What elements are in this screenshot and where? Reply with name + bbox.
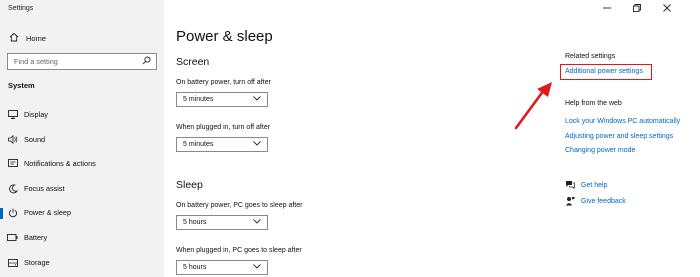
- give-feedback-row[interactable]: Give feedback: [565, 196, 626, 207]
- related-settings-title: Related settings: [565, 53, 616, 60]
- sidebar-item-notifications[interactable]: Notifications & actions: [0, 153, 164, 175]
- sidebar-item-label: Sound: [24, 135, 46, 144]
- sleep-plugged-dropdown[interactable]: 5 hours: [176, 260, 268, 275]
- chevron-down-icon: [253, 219, 261, 226]
- additional-power-settings-link[interactable]: Additional power settings: [565, 68, 643, 75]
- chevron-down-icon: [253, 96, 261, 103]
- sidebar-item-battery[interactable]: Battery: [0, 227, 164, 249]
- sidebar-item-label: Power & sleep: [24, 208, 72, 217]
- home-nav[interactable]: Home: [9, 32, 46, 44]
- minimize-button[interactable]: [600, 3, 614, 13]
- search-placeholder: Find a setting: [14, 57, 58, 66]
- sidebar-item-display[interactable]: Display: [0, 104, 164, 126]
- sleep-heading: Sleep: [176, 179, 203, 191]
- sidebar-item-focus-assist[interactable]: Focus assist: [0, 178, 164, 200]
- help-link-adjust-power[interactable]: Adjusting power and sleep settings: [565, 133, 673, 140]
- help-link-power-mode[interactable]: Changing power mode: [565, 147, 635, 154]
- home-label: Home: [26, 33, 47, 43]
- chat-help-icon: [565, 180, 575, 191]
- sleep-battery-dropdown[interactable]: 5 hours: [176, 215, 268, 230]
- help-link-lock-pc[interactable]: Lock your Windows PC automatically: [565, 118, 680, 125]
- annotation-arrow: [514, 82, 552, 130]
- dropdown-value: 5 hours: [183, 219, 207, 226]
- get-help-row[interactable]: Get help: [565, 180, 607, 191]
- speaker-icon: [7, 134, 18, 145]
- sidebar-item-label: Focus assist: [24, 184, 65, 193]
- sidebar-item-sound[interactable]: Sound: [0, 129, 164, 151]
- battery-icon: [7, 232, 18, 243]
- dropdown-value: 5 minutes: [183, 141, 214, 148]
- page-title: Power & sleep: [176, 28, 273, 45]
- help-title: Help from the web: [565, 100, 622, 107]
- moon-icon: [7, 183, 18, 194]
- search-icon: [142, 56, 151, 67]
- chevron-down-icon: [253, 264, 261, 271]
- window-title: Settings: [8, 5, 34, 12]
- sleep-battery-label: On battery power, PC goes to sleep after: [176, 202, 303, 209]
- screen-heading: Screen: [176, 56, 210, 68]
- give-feedback-link[interactable]: Give feedback: [581, 198, 626, 205]
- dropdown-value: 5 minutes: [183, 96, 214, 103]
- notification-icon: [7, 158, 18, 169]
- sidebar-item-label: Notifications & actions: [24, 159, 96, 168]
- sleep-plugged-label: When plugged in, PC goes to sleep after: [176, 247, 302, 254]
- dropdown-value: 5 hours: [183, 264, 207, 271]
- screen-plugged-label: When plugged in, turn off after: [176, 124, 271, 131]
- screen-plugged-dropdown[interactable]: 5 minutes: [176, 137, 268, 152]
- home-icon: [9, 32, 19, 44]
- storage-icon: [7, 257, 18, 268]
- active-indicator: [0, 208, 3, 219]
- sidebar-item-storage[interactable]: Storage: [0, 252, 164, 274]
- screen-battery-label: On battery power, turn off after: [176, 79, 271, 86]
- display-icon: [7, 109, 18, 120]
- sidebar-item-power-sleep[interactable]: Power & sleep: [0, 202, 164, 224]
- sidebar-item-label: Battery: [24, 233, 48, 242]
- main-panel: Power & sleep Screen On battery power, t…: [164, 0, 700, 277]
- section-label-system: System: [8, 81, 35, 90]
- screen-battery-dropdown[interactable]: 5 minutes: [176, 92, 268, 107]
- close-button[interactable]: [660, 3, 674, 13]
- sidebar: Settings Home Find a setting System Disp…: [0, 0, 164, 277]
- sidebar-item-label: Display: [24, 110, 48, 119]
- restore-button[interactable]: [630, 3, 644, 13]
- sidebar-item-label: Storage: [24, 258, 50, 267]
- get-help-link[interactable]: Get help: [581, 182, 607, 189]
- power-icon: [7, 207, 18, 218]
- search-input[interactable]: Find a setting: [7, 53, 157, 70]
- feedback-icon: [565, 196, 575, 208]
- chevron-down-icon: [253, 141, 261, 148]
